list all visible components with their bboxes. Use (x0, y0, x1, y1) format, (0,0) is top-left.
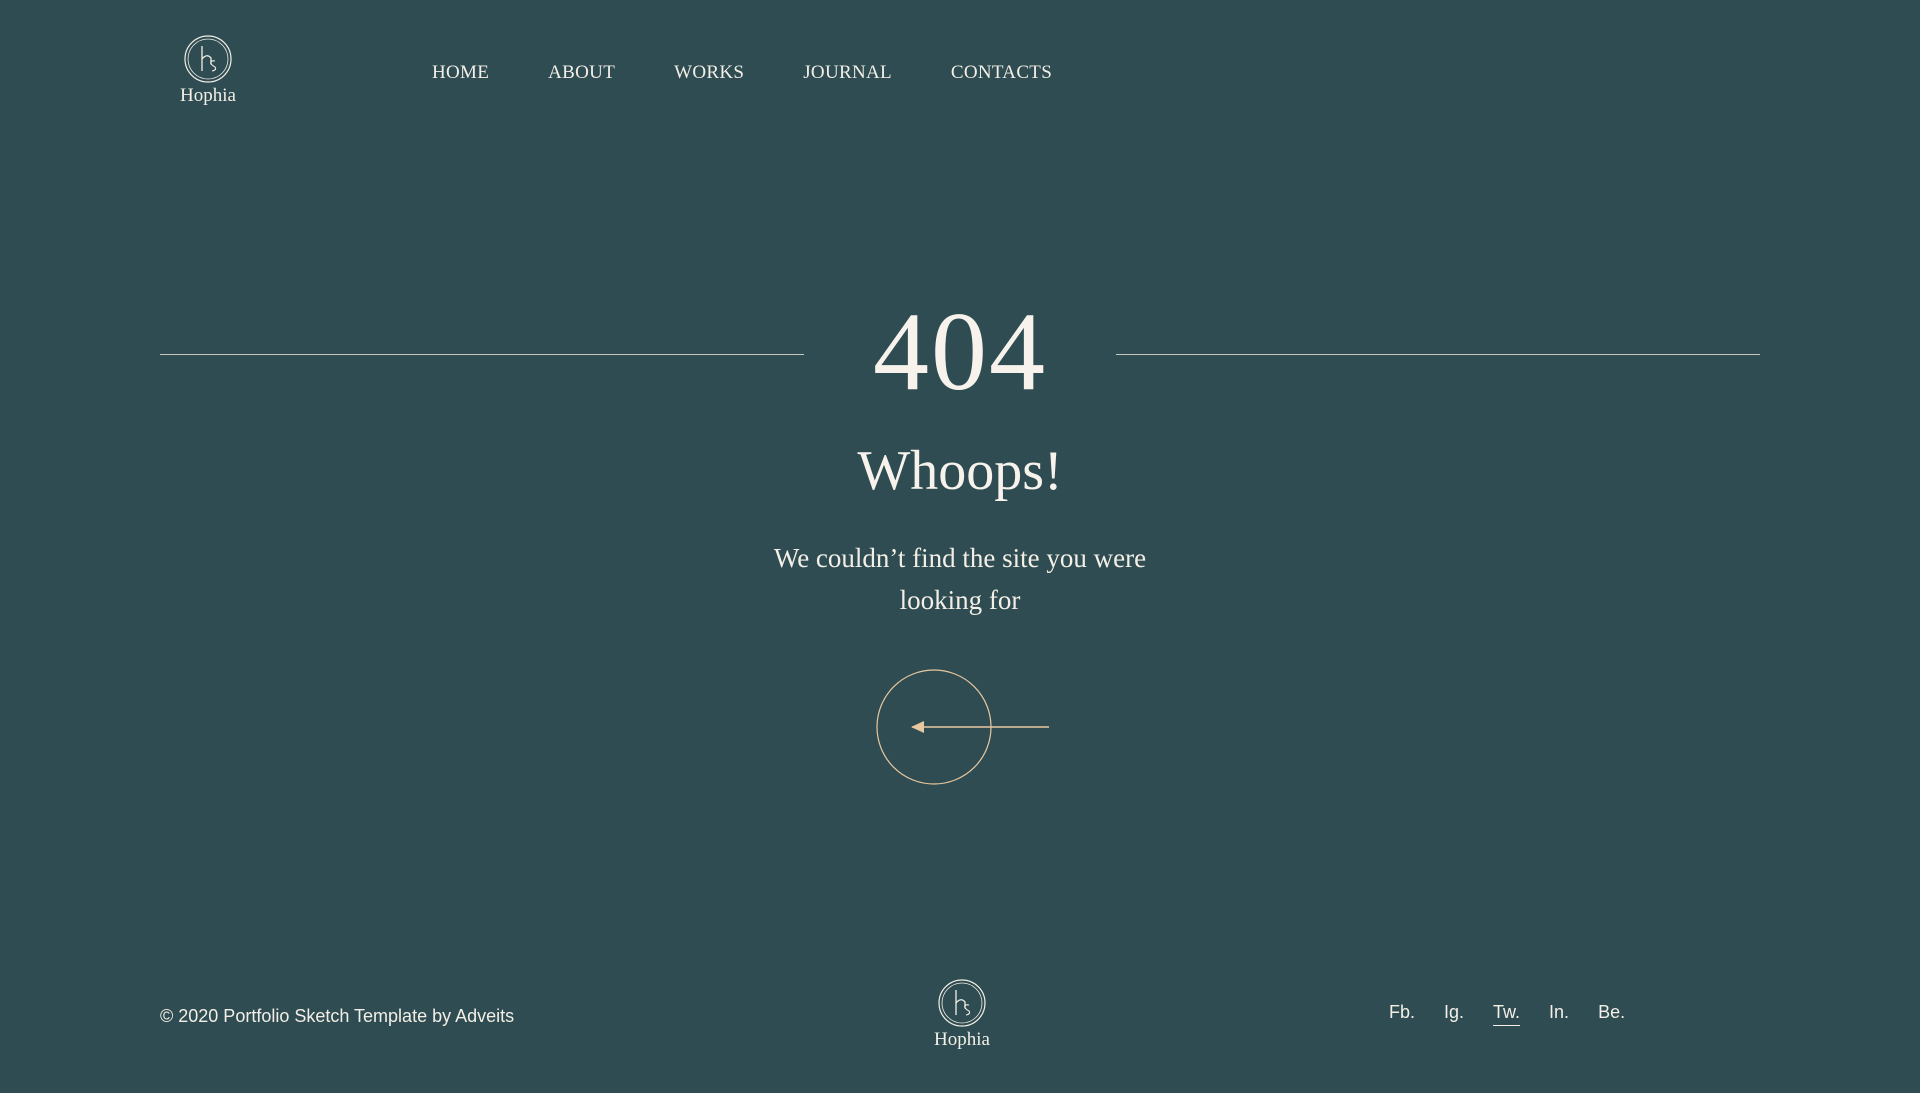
nav-about[interactable]: ABOUT (548, 62, 615, 84)
hs-monogram-icon (938, 979, 986, 1027)
main-nav: HOME ABOUT WORKS JOURNAL CONTACTS (432, 62, 1111, 84)
header-logo[interactable]: Hophia (180, 34, 236, 106)
nav-home[interactable]: HOME (432, 62, 489, 84)
nav-contacts[interactable]: CONTACTS (951, 62, 1052, 84)
social-behance[interactable]: Be. (1598, 1002, 1625, 1026)
social-instagram[interactable]: Ig. (1444, 1002, 1464, 1026)
error-headline: Whoops! (857, 440, 1063, 502)
social-facebook[interactable]: Fb. (1389, 1002, 1415, 1026)
logo-text: Hophia (934, 1029, 990, 1050)
arrow-left-icon (876, 669, 1049, 785)
back-button[interactable] (876, 668, 1052, 788)
nav-works[interactable]: WORKS (674, 62, 744, 84)
social-links: Fb. Ig. Tw. In. Be. (1389, 1002, 1654, 1026)
error-message: We couldn’t find the site you were looki… (773, 543, 1147, 615)
error-code: 404 (873, 290, 1047, 414)
copyright-text: © 2020 Portfolio Sketch Template by Adve… (160, 1006, 515, 1026)
social-linkedin[interactable]: In. (1549, 1002, 1569, 1026)
social-twitter[interactable]: Tw. (1493, 1002, 1521, 1026)
nav-journal[interactable]: JOURNAL (803, 62, 892, 84)
footer-logo[interactable]: Hophia (934, 978, 990, 1050)
hs-monogram-icon (184, 35, 232, 83)
logo-text: Hophia (180, 85, 236, 106)
